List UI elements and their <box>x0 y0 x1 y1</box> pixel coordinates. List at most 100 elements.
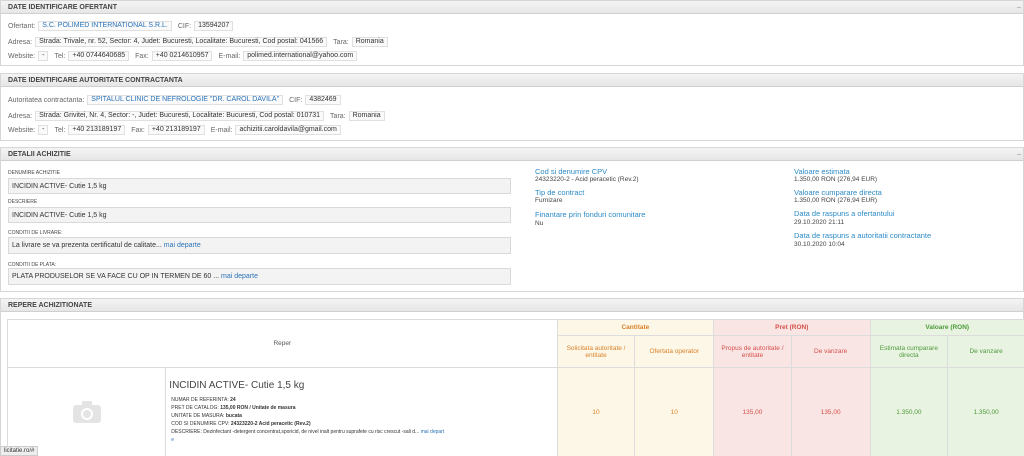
collapse-icon[interactable]: – <box>1017 1 1021 14</box>
descriere-value: INCIDIN ACTIVE- Cutie 1,5 kg <box>8 207 511 223</box>
detalii-panel: DETALII ACHIZITIE – DENUMIRE ACHIZITIE IN… <box>0 147 1024 292</box>
ofertant-header-title: DATE IDENTIFICARE OFERTANT <box>8 4 118 11</box>
collapse-icon[interactable]: – <box>1017 148 1021 161</box>
autoritate-label: Autoritatea contractanta: <box>8 96 85 104</box>
tip-contract-value: Furnizare <box>535 197 563 204</box>
ofertant-email-label: E-mail: <box>218 52 241 60</box>
ofertant-fax-label: Fax: <box>135 52 149 60</box>
repere-panel: REPERE ACHIZITIONATE Reper Cantitate Pre… <box>0 298 1024 456</box>
descriere-label: DESCRIERE <box>8 199 38 205</box>
product-details: INCIDIN ACTIVE- Cutie 1,5 kg NUMAR DE RE… <box>165 367 558 456</box>
data-ofertant-value: 29.10.2020 21:11 <box>794 219 845 226</box>
val-estimata-label: Valoare estimata <box>794 167 850 176</box>
fonduri-value: Nu <box>535 220 544 227</box>
autoritate-website-label: Website: <box>8 126 36 134</box>
plata-value: PLATA PRODUSELOR SE VA FACE CU OP IN TER… <box>12 273 220 280</box>
ofertant-adresa-label: Adresa: <box>8 38 33 46</box>
data-autoritate-value: 30.10.2020 10:04 <box>794 241 845 248</box>
ofertant-website-label: Website: <box>8 52 36 60</box>
autoritate-tel-value: +40 213189197 <box>68 125 126 135</box>
autoritate-name-link[interactable]: SPITALUL CLINIC DE NEFROLOGIE "DR. CAROL… <box>87 95 284 105</box>
detalii-header[interactable]: DETALII ACHIZITIE – <box>1 148 1023 161</box>
val-estimata-value: 1.350,00 RON (276,94 EUR) <box>794 176 878 183</box>
autoritate-adresa-value: Strada: Grivitei, Nr. 4, Sector: -, Jude… <box>35 111 325 121</box>
cpv-value: 24323220-2 - Acid peracetic (Rev.2) <box>535 176 639 183</box>
fonduri-label: Finantare prin fonduri comunitare <box>535 210 646 219</box>
item-more-link-tail[interactable]: e <box>171 436 556 444</box>
col-ofertata: Ofertata operator <box>634 335 715 368</box>
ofertant-name-link[interactable]: S.C. POLIMED INTERNATIONAL S.R.L. <box>38 21 172 31</box>
repere-header-title: REPERE ACHIZITIONATE <box>8 302 93 309</box>
val-directa-value: 1.350,00 RON (276,94 EUR) <box>794 197 878 204</box>
autoritate-header[interactable]: DATE IDENTIFICARE AUTORITATE CONTRACTANT… <box>1 74 1023 87</box>
col-solicitata: Solicitata autoritate / entitate <box>556 335 636 368</box>
camera-icon <box>72 400 101 423</box>
ofertant-cif-label: CIF: <box>177 22 192 30</box>
ofertant-website-value: - <box>38 51 49 61</box>
ofertant-email-value: polimed.international@yahoo.com <box>243 51 358 61</box>
tip-contract-label: Tip de contract <box>535 188 585 197</box>
product-image <box>6 367 167 456</box>
product-title: INCIDIN ACTIVE- Cutie 1,5 kg <box>169 380 305 391</box>
nr-ref-label: NUMAR DE REFERINTA: <box>171 397 229 403</box>
autoritate-email-label: E-mail: <box>210 126 233 134</box>
col-val-estimata: Estimata cumparare directa <box>869 335 949 368</box>
autoritate-cif-label: CIF: <box>289 96 303 104</box>
col-cantitate-header: Cantitate <box>556 319 715 336</box>
ofertant-adresa-value: Strada: Trivale, nr. 52, Sector: 4, Jude… <box>35 37 328 47</box>
val-ofertata: 10 <box>634 367 715 456</box>
col-reper-header: Reper <box>7 319 558 368</box>
nr-ref-value: 24 <box>230 397 236 403</box>
ofertant-tara-value: Romania <box>351 37 388 47</box>
autoritate-fax-label: Fax: <box>131 126 145 134</box>
autoritate-website-value: - <box>38 125 49 135</box>
autoritate-fax-value: +40 213189197 <box>147 125 205 135</box>
data-ofertant-label: Data de raspuns a ofertantului <box>794 209 895 218</box>
autoritate-tel-label: Tel: <box>54 126 66 134</box>
autoritate-panel: DATE IDENTIFICARE AUTORITATE CONTRACTANT… <box>0 73 1024 141</box>
item-descriere-value: Dezinfectant -detergent concentrat,spori… <box>203 429 420 435</box>
plata-more-link[interactable]: mai departe <box>221 273 258 280</box>
autoritate-header-title: DATE IDENTIFICARE AUTORITATE CONTRACTANT… <box>8 77 183 84</box>
val-solicitata: 10 <box>556 367 636 456</box>
autoritate-tara-label: Tara: <box>330 112 346 120</box>
unitate-label: UNITATE DE MASURA: <box>171 413 225 419</box>
denumire-value: INCIDIN ACTIVE- Cutie 1,5 kg <box>8 178 511 194</box>
ofertant-cif-value: 13594207 <box>194 21 234 31</box>
val-directa-label: Valoare cumparare directa <box>794 188 882 197</box>
livrare-label: CONDITII DE LIVRARE: <box>8 230 63 236</box>
val-valoare-estimata: 1.350,00 <box>869 367 949 456</box>
autoritate-adresa-label: Adresa: <box>8 112 33 120</box>
item-cpv-label: COD SI DENUMIRE CPV: <box>171 421 230 427</box>
repere-table: Reper Cantitate Pret (RON) Valoare (RON)… <box>6 319 1024 456</box>
ofertant-tel-label: Tel: <box>54 52 66 60</box>
col-pret-propus: Propus de autoritate / entitate <box>713 335 792 368</box>
autoritate-email-value: achizitii.caroldavila@gmail.com <box>235 125 341 135</box>
table-row: INCIDIN ACTIVE- Cutie 1,5 kg NUMAR DE RE… <box>6 367 1024 456</box>
col-val-vanzare: De vanzare <box>947 335 1024 368</box>
status-bar-url: licitatie.ro/# <box>0 446 39 456</box>
livrare-more-link[interactable]: mai departe <box>164 242 201 249</box>
item-descriere-label: DESCRIERE: <box>171 429 202 435</box>
col-pret-header: Pret (RON) <box>713 319 871 336</box>
val-pret-propus: 135,00 <box>713 367 792 456</box>
repere-header[interactable]: REPERE ACHIZITIONATE <box>1 299 1023 312</box>
cpv-label: Cod si denumire CPV <box>535 167 608 176</box>
autoritate-cif-value: 4382469 <box>305 95 341 105</box>
unitate-value: bucata <box>225 413 242 419</box>
ofertant-panel: DATE IDENTIFICARE OFERTANT – Ofertant: S.… <box>0 0 1024 66</box>
data-autoritate-label: Data de raspuns a autoritatii contractan… <box>794 231 932 240</box>
ofertant-header[interactable]: DATE IDENTIFICARE OFERTANT – <box>1 1 1023 14</box>
pret-catalog-label: PRET DE CATALOG: <box>171 405 219 411</box>
autoritate-tara-value: Romania <box>348 111 385 121</box>
item-more-link[interactable]: mai depart <box>421 429 445 435</box>
val-pret-vanzare: 135,00 <box>790 367 871 456</box>
col-valoare-header: Valoare (RON) <box>869 319 1024 336</box>
ofertant-label: Ofertant: <box>8 22 36 30</box>
ofertant-tel-value: +40 0744640685 <box>68 51 130 61</box>
plata-box: PLATA PRODUSELOR SE VA FACE CU OP IN TER… <box>8 268 511 285</box>
ofertant-fax-value: +40 0214610957 <box>151 51 213 61</box>
livrare-value: La livrare se va prezenta certificatul d… <box>12 242 162 249</box>
item-cpv-value: 24323220-2 Acid peracetic (Rev.2) <box>230 421 311 427</box>
ofertant-tara-label: Tara: <box>333 38 349 46</box>
